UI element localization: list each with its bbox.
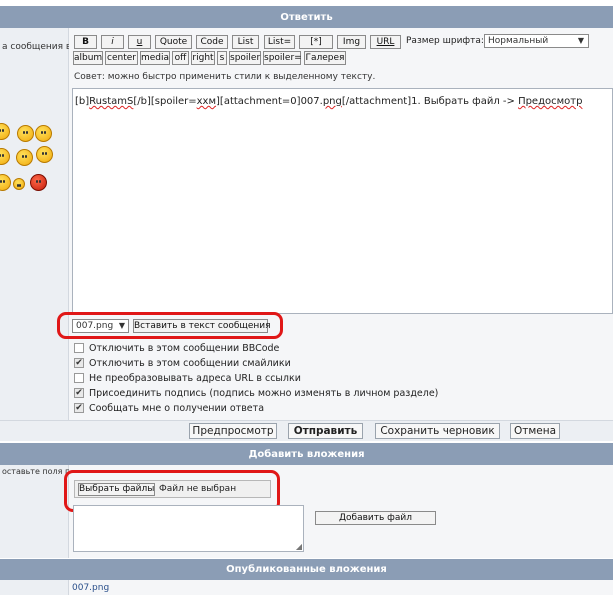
quote-button[interactable]: Quote — [155, 35, 192, 49]
option-label: Сообщать мне о получении ответа — [89, 402, 265, 414]
editor-text-a: [b] — [75, 96, 90, 107]
checkbox[interactable] — [74, 343, 84, 353]
list-item-button[interactable]: [*] — [299, 35, 333, 49]
reply-header: Ответить — [0, 6, 613, 28]
published-left-column — [0, 580, 69, 595]
published-file-link[interactable]: 007.png — [72, 583, 109, 593]
published-panel — [69, 580, 613, 595]
smiley-icon[interactable] — [0, 174, 11, 191]
tip-text: Совет: можно быстро применить стили к вы… — [74, 72, 376, 82]
editor-text-e: ][attachment=0]007. — [216, 96, 323, 107]
editor-text-f: png — [322, 96, 342, 107]
spoiler-titled-button[interactable]: spoiler= — [263, 51, 302, 65]
code-button[interactable]: Code — [196, 35, 228, 49]
option-label: Отключить в этом сообщении BBCode — [89, 342, 280, 354]
editor-text-b: RustamS — [89, 96, 134, 107]
add-file-button[interactable]: Добавить файл — [315, 511, 436, 525]
cancel-button[interactable]: Отмена — [510, 423, 560, 439]
off-button[interactable]: off — [172, 51, 189, 65]
strike-button[interactable]: s — [217, 51, 227, 65]
option-row[interactable]: ✔ Сообщать мне о получении ответа — [74, 401, 264, 415]
reply-header-title: Ответить — [280, 11, 333, 23]
list-button[interactable]: List — [232, 35, 259, 49]
highlight-ring — [57, 312, 283, 339]
bold-button[interactable]: B — [74, 35, 97, 49]
resize-handle-icon[interactable]: ◢ — [296, 542, 302, 551]
submit-button[interactable]: Отправить — [288, 423, 363, 439]
checkbox[interactable]: ✔ — [74, 358, 84, 368]
list-ordered-button[interactable]: List= — [264, 35, 295, 49]
attach-left-column: оставьте поля пустыми — [0, 465, 102, 558]
editor-text-h: Предосмотр — [518, 96, 583, 107]
message-editor[interactable]: [b]RustamS[/b][spoiler=ххм][attachment=0… — [72, 88, 613, 314]
save-draft-button[interactable]: Сохранить черновик — [375, 423, 500, 439]
attach-header: Добавить вложения — [0, 443, 613, 465]
left-column: а сообщения в — [0, 28, 72, 440]
smiley-icon[interactable] — [0, 148, 10, 165]
font-size-label: Размер шрифта: — [406, 36, 484, 46]
font-size-value: Нормальный — [488, 36, 549, 46]
option-row[interactable]: ✔ Отключить в этом сообщении смайлики — [74, 356, 291, 370]
album-button[interactable]: album — [73, 51, 103, 65]
option-row[interactable]: Не преобразовывать адреса URL в ссылки — [74, 371, 301, 385]
media-button[interactable]: media — [140, 51, 170, 65]
smiley-icon[interactable] — [16, 149, 33, 166]
option-label: Отключить в этом сообщении смайлики — [89, 357, 291, 369]
editor-text-d: ххм — [196, 96, 217, 107]
attach-header-title: Добавить вложения — [248, 448, 365, 460]
devil-smiley-icon[interactable] — [30, 174, 47, 191]
checkbox[interactable]: ✔ — [74, 403, 84, 413]
smiley-icon[interactable] — [36, 146, 53, 163]
published-header-title: Опубликованные вложения — [226, 564, 387, 575]
font-size-select[interactable]: Нормальный ▼ — [484, 34, 589, 48]
option-row[interactable]: Отключить в этом сообщении BBCode — [74, 341, 279, 355]
smiley-icon[interactable] — [0, 123, 10, 140]
checkbox[interactable] — [74, 373, 84, 383]
chevron-down-icon: ▼ — [577, 36, 584, 45]
spoiler-button[interactable]: spoiler — [229, 51, 261, 65]
img-button[interactable]: Img — [337, 35, 366, 49]
checkbox[interactable]: ✔ — [74, 388, 84, 398]
smiley-icon[interactable] — [35, 125, 52, 142]
italic-button[interactable]: i — [101, 35, 124, 49]
attachment-comment-textarea[interactable]: ◢ — [73, 505, 304, 552]
preview-button[interactable]: Предпросмотр — [189, 423, 277, 439]
right-button[interactable]: right — [191, 51, 215, 65]
option-label: Не преобразовывать адреса URL в ссылки — [89, 372, 301, 384]
option-row[interactable]: ✔ Присоединить подпись (подпись можно изм… — [74, 386, 438, 400]
smiley-icon[interactable] — [13, 178, 25, 190]
center-button[interactable]: center — [105, 51, 138, 65]
editor-text-c: [/b][spoiler= — [133, 96, 197, 107]
message-label: а сообщения в — [2, 42, 72, 52]
smiley-icon[interactable] — [17, 125, 34, 142]
gallery-button[interactable]: Галерея — [304, 51, 346, 65]
url-button[interactable]: URL — [370, 35, 401, 49]
option-label: Присоединить подпись (подпись можно изме… — [89, 387, 439, 399]
editor-text-g: [/attachment]1. Выбрать файл -> — [341, 96, 519, 107]
published-header: Опубликованные вложения — [0, 559, 613, 580]
underline-button[interactable]: u — [128, 35, 151, 49]
